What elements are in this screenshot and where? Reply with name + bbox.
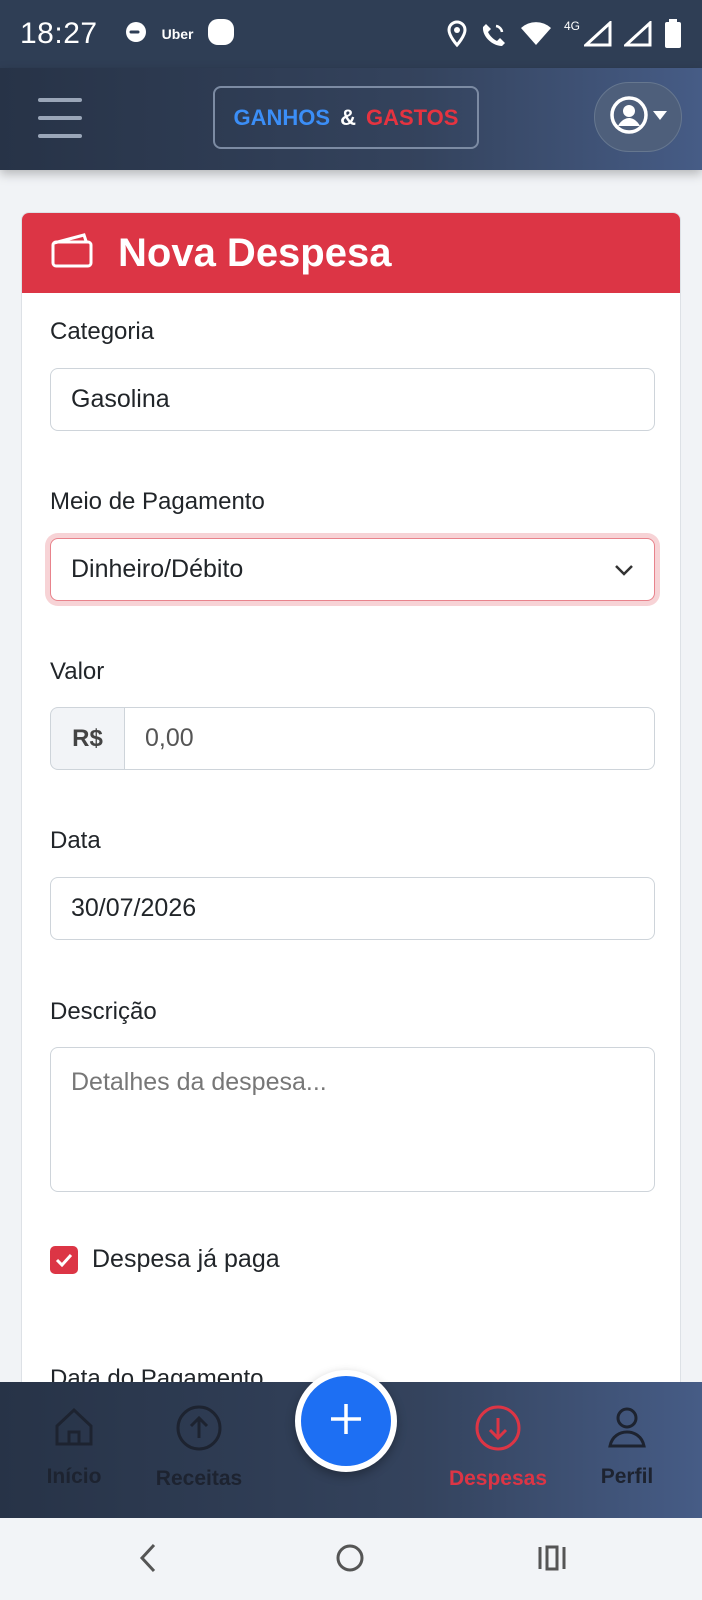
card-header: Nova Despesa: [22, 213, 680, 293]
categoria-value: Gasolina: [71, 385, 170, 413]
add-button[interactable]: [295, 1370, 397, 1472]
nav-perfil[interactable]: Perfil: [567, 1404, 687, 1489]
arrow-down-circle-icon: [474, 1404, 522, 1457]
despesa-paga-label: Despesa já paga: [92, 1245, 280, 1273]
data-input[interactable]: 30/07/2026: [50, 877, 655, 940]
nav-despesas[interactable]: Despesas: [438, 1404, 558, 1491]
battery-icon: [664, 19, 682, 49]
descricao-textarea[interactable]: Detalhes da despesa...: [50, 1047, 655, 1192]
descricao-label: Descrição: [50, 998, 157, 1025]
system-icons: 4G: [446, 19, 682, 49]
status-time: 18:27: [20, 17, 98, 50]
meio-pagamento-select[interactable]: Dinheiro/Débito: [50, 538, 655, 601]
app-header: GANHOS & GASTOS: [0, 68, 702, 170]
brand-ganhos: GANHOS: [233, 104, 331, 130]
back-icon[interactable]: [134, 1542, 162, 1579]
call-wifi-icon: [480, 20, 508, 48]
brand-gastos: GASTOS: [365, 104, 459, 130]
valor-input[interactable]: 0,00: [124, 707, 655, 770]
status-bar: 18:27 Uber 4G: [0, 0, 702, 68]
data-label: Data: [50, 827, 101, 854]
currency-prefix: R$: [50, 707, 124, 770]
despesa-paga-row[interactable]: Despesa já paga: [50, 1245, 280, 1274]
arrow-up-circle-icon: [175, 1404, 223, 1457]
caret-down-icon: [653, 108, 667, 126]
signal-icon: [624, 21, 652, 47]
wifi-icon: [520, 21, 552, 47]
android-nav-bar: [0, 1518, 702, 1600]
brand-ampersand: &: [340, 104, 356, 130]
notification-icons: Uber: [124, 18, 236, 51]
profile-menu-button[interactable]: [594, 82, 682, 152]
chat-bubble-icon: [124, 20, 148, 49]
home-circle-icon[interactable]: [334, 1542, 366, 1579]
nav-perfil-label: Perfil: [600, 1465, 654, 1488]
chevron-down-icon: [614, 555, 634, 584]
valor-input-group: R$ 0,00: [50, 707, 655, 770]
user-circle-icon: [609, 95, 649, 140]
network-type: 4G: [563, 19, 580, 33]
categoria-input[interactable]: Gasolina: [50, 368, 655, 431]
nav-inicio-label: Início: [46, 1465, 102, 1488]
recent-apps-icon[interactable]: [536, 1542, 568, 1579]
wallet-icon: [50, 232, 94, 274]
uber-icon: Uber: [161, 26, 194, 42]
nova-despesa-card: Nova Despesa Categoria Gasolina Meio de …: [21, 212, 681, 1412]
valor-label: Valor: [50, 658, 105, 685]
meio-pagamento-label: Meio de Pagamento: [50, 488, 265, 515]
home-icon: [51, 1404, 97, 1455]
person-icon: [604, 1404, 650, 1455]
nav-receitas-label: Receitas: [155, 1467, 243, 1490]
data-value: 30/07/2026: [71, 894, 197, 922]
meio-pagamento-value: Dinheiro/Débito: [71, 555, 244, 583]
categoria-label: Categoria: [50, 318, 155, 345]
nav-receitas[interactable]: Receitas: [139, 1404, 259, 1491]
nav-inicio[interactable]: Início: [14, 1404, 134, 1489]
hamburger-icon[interactable]: [38, 98, 82, 138]
nav-despesas-label: Despesas: [448, 1467, 548, 1490]
location-icon: [446, 20, 468, 48]
page-title: Nova Despesa: [118, 230, 392, 275]
app-icon: [207, 18, 235, 51]
plus-icon: [328, 1401, 364, 1442]
signal-icon: [584, 21, 612, 47]
despesa-paga-checkbox[interactable]: [50, 1245, 78, 1274]
brand-logo[interactable]: GANHOS & GASTOS: [213, 86, 479, 149]
